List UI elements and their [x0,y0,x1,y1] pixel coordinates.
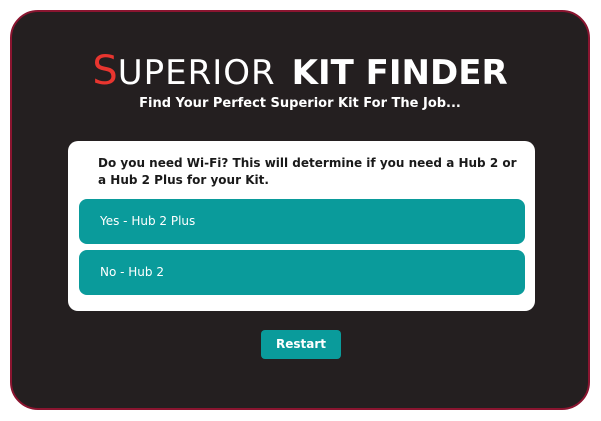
logo-kit-finder-text: KIT FINDER [291,53,508,93]
restart-button[interactable]: Restart [261,330,341,359]
subtitle: Find Your Perfect Superior Kit For The J… [139,96,461,111]
logo-superior-text: UPERIOR [117,53,276,93]
logo: SUPERIOR KIT FINDER [12,48,588,102]
question-text: Do you need Wi-Fi? This will determine i… [98,156,517,187]
option-no-hub-2-button[interactable]: No - Hub 2 [79,250,525,295]
question-card: Do you need Wi-Fi? This will determine i… [68,141,535,311]
logo-s-letter: S [92,48,118,94]
option-yes-hub-2-plus-button[interactable]: Yes - Hub 2 Plus [79,199,525,244]
kit-finder-panel: SUPERIOR KIT FINDER Find Your Perfect Sup… [10,10,590,410]
